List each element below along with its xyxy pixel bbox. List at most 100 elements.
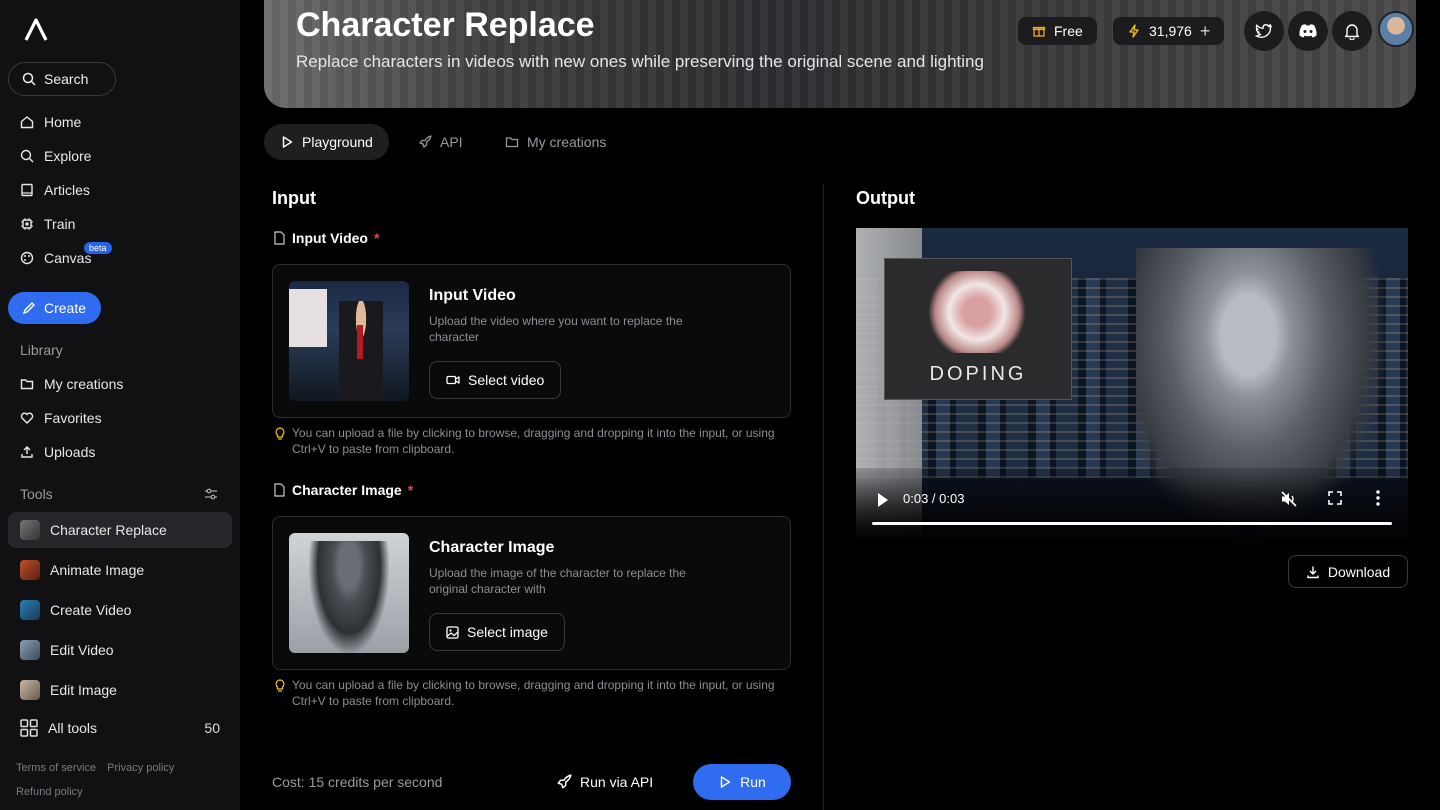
download-button[interactable]: Download: [1288, 555, 1408, 588]
output-heading: Output: [856, 188, 915, 208]
sidebar-item-label: Favorites: [44, 410, 102, 426]
sidebar-item-favorites[interactable]: Favorites: [20, 407, 102, 429]
video-time: 0:03 / 0:03: [903, 491, 965, 506]
select-video-button[interactable]: Select video: [429, 361, 562, 399]
grid-icon: [20, 719, 38, 737]
upload-hint: You can upload a file by clicking to bro…: [274, 677, 794, 709]
tab-label: API: [440, 134, 463, 150]
credits-badge[interactable]: 31,976 +: [1113, 17, 1225, 45]
column-divider: [823, 184, 824, 810]
sidebar-item-articles[interactable]: Articles: [20, 179, 90, 201]
page-subtitle: Replace characters in videos with new on…: [296, 52, 984, 71]
input-heading: Input: [272, 188, 316, 208]
tool-item-edit-image[interactable]: Edit Image: [8, 672, 232, 708]
add-credits-icon[interactable]: +: [1200, 21, 1211, 42]
avatar[interactable]: [1378, 11, 1414, 47]
search-button[interactable]: Search: [8, 62, 116, 96]
tool-thumbnail: [20, 520, 40, 540]
output-video-player[interactable]: DOPING 0:03 / 0:03: [856, 228, 1408, 538]
run-button[interactable]: Run: [693, 764, 791, 800]
cost-label: Cost: 15 credits per second: [272, 774, 443, 790]
tab-label: Playground: [302, 134, 373, 150]
character-image-card[interactable]: Character Image Upload the image of the …: [272, 516, 791, 670]
discord-button[interactable]: [1288, 11, 1328, 51]
select-video-label: Select video: [468, 372, 545, 388]
play-icon: [282, 136, 293, 148]
file-icon: [274, 231, 285, 245]
sidebar-item-explore[interactable]: Explore: [20, 145, 91, 167]
plan-badge[interactable]: Free: [1018, 17, 1097, 45]
sidebar-item-my-creations[interactable]: My creations: [20, 373, 123, 395]
video-frame-board: DOPING: [884, 258, 1072, 400]
video-frame-text: DOPING: [929, 363, 1027, 385]
input-video-card[interactable]: Input Video Upload the video where you w…: [272, 264, 791, 418]
fullscreen-icon[interactable]: [1328, 491, 1342, 505]
run-via-api-label: Run via API: [580, 774, 654, 790]
all-tools-link[interactable]: All tools: [8, 710, 232, 746]
logo-icon[interactable]: [20, 14, 52, 46]
credits-count: 31,976: [1149, 23, 1192, 39]
sidebar-item-train[interactable]: Train: [20, 213, 75, 235]
mute-icon[interactable]: [1280, 490, 1298, 508]
tab-my-creations[interactable]: My creations: [489, 124, 622, 160]
home-icon: [20, 116, 34, 129]
plan-label: Free: [1054, 23, 1083, 39]
tool-item-character-replace[interactable]: Character Replace: [8, 512, 232, 548]
sidebar-item-label: Articles: [44, 182, 90, 198]
video-progress-bar[interactable]: [872, 522, 1392, 525]
play-icon[interactable]: [876, 492, 890, 508]
twitter-icon: [1255, 24, 1272, 38]
tab-playground[interactable]: Playground: [264, 124, 389, 160]
lightbulb-icon: [275, 427, 285, 440]
notifications-button[interactable]: [1332, 11, 1372, 51]
create-button[interactable]: Create: [8, 292, 101, 324]
tool-label: Edit Video: [50, 642, 114, 658]
tool-item-create-video[interactable]: Create Video: [8, 592, 232, 628]
search-icon: [22, 72, 36, 86]
sidebar-item-label: Uploads: [44, 444, 96, 460]
character-image-label: Character Image *: [273, 482, 413, 498]
terms-link[interactable]: Terms of service: [16, 762, 96, 774]
refund-link[interactable]: Refund policy: [16, 786, 83, 798]
twitter-button[interactable]: [1244, 11, 1284, 51]
privacy-link[interactable]: Privacy policy: [107, 762, 174, 774]
select-image-label: Select image: [467, 624, 548, 640]
required-mark: *: [373, 230, 380, 246]
run-via-api-button[interactable]: Run via API: [556, 764, 653, 800]
search-label: Search: [44, 71, 89, 87]
rocket-icon: [419, 135, 432, 148]
tool-label: Character Replace: [50, 522, 167, 538]
library-heading: Library: [20, 342, 63, 358]
input-video-thumbnail: [289, 281, 409, 401]
bell-icon: [1344, 24, 1360, 40]
gift-icon: [1032, 26, 1046, 37]
required-mark: *: [407, 482, 414, 498]
input-video-desc: Upload the video where you want to repla…: [429, 314, 683, 344]
upload-hint: You can upload a file by clicking to bro…: [274, 425, 794, 457]
tab-api[interactable]: API: [402, 124, 479, 160]
book-icon: [21, 183, 33, 197]
sidebar-item-uploads[interactable]: Uploads: [20, 441, 95, 463]
video-camera-icon: [446, 375, 460, 385]
more-options-icon[interactable]: [1376, 490, 1380, 506]
sidebar-item-canvas[interactable]: Canvas: [20, 247, 91, 269]
search-icon: [20, 149, 34, 163]
sidebar-item-label: Home: [44, 114, 82, 130]
chip-icon: [21, 218, 33, 230]
tool-item-edit-video[interactable]: Edit Video: [8, 632, 232, 668]
field-label-text: Character Image: [292, 482, 402, 498]
sliders-icon[interactable]: [204, 487, 218, 501]
header-banner: Character Replace Replace characters in …: [264, 0, 1416, 108]
sidebar-item-home[interactable]: Home: [20, 111, 81, 133]
character-image-title: Character Image: [429, 539, 555, 556]
sidebar: Search Home Explore Articles Train Canva…: [0, 0, 240, 810]
sidebar-item-label: Canvas: [44, 250, 92, 266]
create-label: Create: [44, 300, 87, 316]
tab-label: My creations: [527, 134, 607, 150]
lightbulb-icon: [275, 679, 285, 692]
footer-links-2: Refund policy: [16, 786, 91, 798]
tool-label: Create Video: [50, 602, 132, 618]
tool-item-animate-image[interactable]: Animate Image: [8, 552, 232, 588]
select-image-button[interactable]: Select image: [429, 613, 565, 651]
tool-thumbnail: [20, 640, 40, 660]
